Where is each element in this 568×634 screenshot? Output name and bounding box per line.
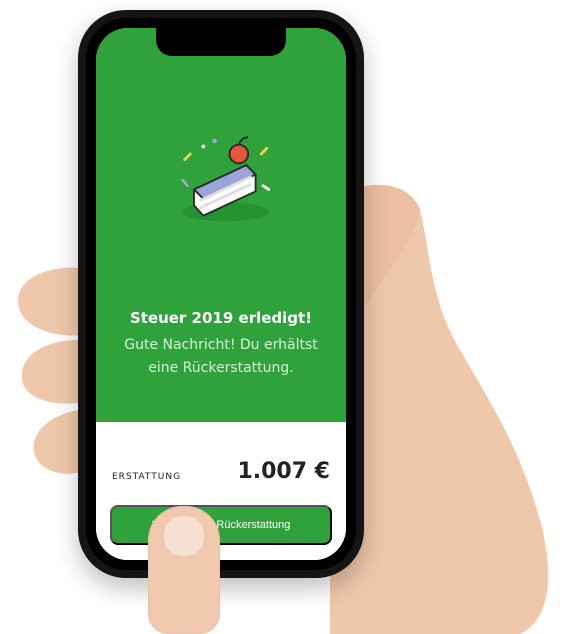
- success-message-line-1: Gute Nachricht! Du erhältst: [124, 337, 318, 353]
- refund-label: ERSTATTUNG: [112, 472, 182, 482]
- get-refund-button[interactable]: Hol dir deine Rückerstattung: [110, 505, 332, 545]
- phone: Steuer 2019 erledigt! Gute Nachricht! Du…: [78, 10, 364, 578]
- pointing-finger: [148, 506, 220, 634]
- success-message-line-2: eine Rückerstattung.: [148, 360, 294, 376]
- success-message: Gute Nachricht! Du erhältst eine Rückers…: [106, 334, 336, 380]
- app-screen: Steuer 2019 erledigt! Gute Nachricht! Du…: [96, 28, 346, 560]
- phone-notch: [156, 28, 286, 56]
- refund-amount: 1.007 €: [237, 459, 330, 484]
- cake-slice-icon: [181, 136, 271, 222]
- scene: Steuer 2019 erledigt! Gute Nachricht! Du…: [0, 0, 568, 634]
- success-title: Steuer 2019 erledigt!: [129, 309, 313, 327]
